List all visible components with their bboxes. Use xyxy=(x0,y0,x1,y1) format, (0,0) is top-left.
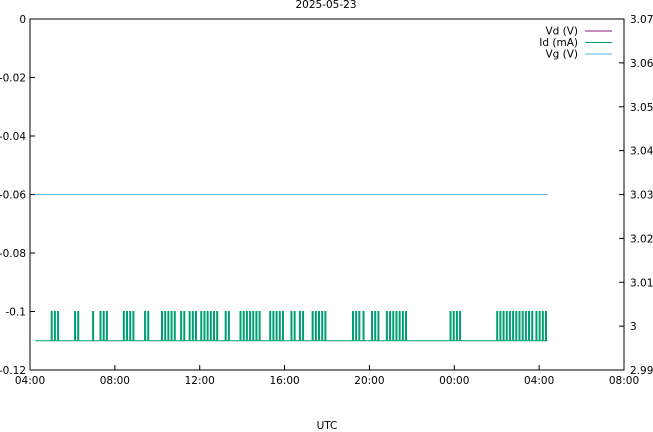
legend-label: Vg (V) xyxy=(545,49,578,61)
series-layer xyxy=(35,194,548,342)
y-right-tick-label: 3.06 xyxy=(630,58,653,70)
chart: 2025-05-23 -0.12-0.1-0.08-0.06-0.04-0.02… xyxy=(0,0,653,432)
chart-title: 2025-05-23 xyxy=(295,0,356,11)
x-tick-label: 08:00 xyxy=(100,375,130,387)
legend-label: Id (mA) xyxy=(539,37,578,49)
x-tick-label: 04:00 xyxy=(524,375,554,387)
series-line-id-ma xyxy=(35,311,548,342)
y-left-tick-label: 0 xyxy=(19,14,26,26)
y-right-tick-label: 3.04 xyxy=(630,146,653,158)
legend: Vd (V)Id (mA)Vg (V) xyxy=(539,26,612,61)
y-left-tick-label: -0.1 xyxy=(6,307,27,319)
x-tick-label: 20:00 xyxy=(354,375,384,387)
y-left-tick-label: -0.06 xyxy=(0,190,26,202)
x-tick-label: 08:00 xyxy=(609,375,639,387)
x-tick-label: 12:00 xyxy=(185,375,215,387)
x-axis: 04:00 08:00 12:00 16:00 20:00 00:00 04:00 08:00 xyxy=(15,365,639,387)
y-left-tick-label: -0.08 xyxy=(0,248,26,260)
y-right-tick-label: 3.02 xyxy=(630,233,653,245)
legend-label: Vd (V) xyxy=(545,26,578,38)
x-tick-label: 04:00 xyxy=(15,375,45,387)
y-right-tick-label: 3.07 xyxy=(630,14,653,26)
x-tick-label: 00:00 xyxy=(439,375,469,387)
y-right-tick-label: 3.01 xyxy=(630,277,653,289)
y-left-tick-label: -0.04 xyxy=(0,131,26,143)
x-axis-label: UTC xyxy=(317,420,338,432)
x-tick-label: 16:00 xyxy=(269,375,299,387)
y-left-tick-label: -0.02 xyxy=(0,73,26,85)
y-right-tick-label: 3.03 xyxy=(630,190,653,202)
y-right-tick-label: 3.05 xyxy=(630,102,653,114)
y-right-tick-label: 3 xyxy=(630,321,637,333)
